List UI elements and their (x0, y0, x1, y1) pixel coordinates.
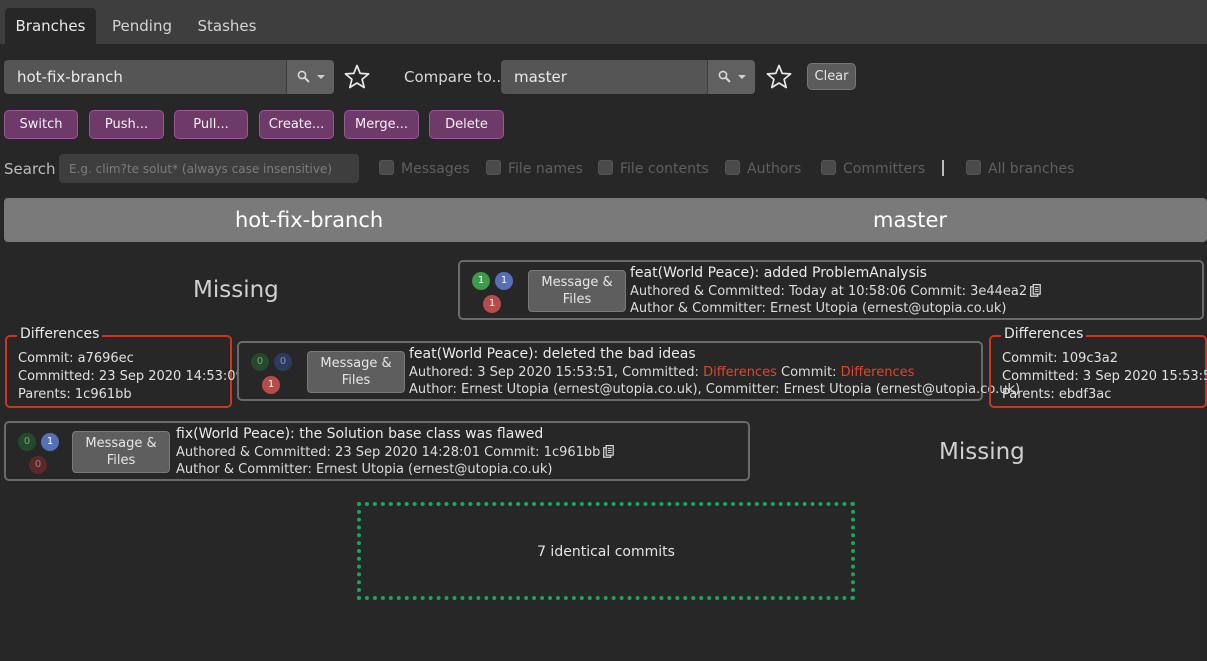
diff-committed: Committed: 3 Sep 2020 15:53:51 (1002, 369, 1207, 384)
diff-committed: Committed: 23 Sep 2020 14:53:09 (18, 369, 244, 384)
button-label-line: Message & (541, 275, 613, 290)
file-names-label: File names (508, 161, 583, 177)
button-label-line: Files (106, 453, 136, 468)
commit-title: feat(World Peace): added ProblemAnalysis (630, 265, 927, 281)
commit-meta-line: Authored: 3 Sep 2020 15:53:51, Committed… (409, 365, 914, 380)
missing-label: Missing (939, 439, 1025, 465)
comparison-header: hot-fix-branch master (4, 198, 1207, 242)
diff-parents: Parents: ebdf3ac (1002, 387, 1112, 402)
tab-stashes[interactable]: Stashes (190, 8, 264, 44)
badge-red: 0 (29, 456, 47, 474)
button-label-line: Files (562, 292, 592, 307)
differences-legend: Differences (1001, 326, 1087, 342)
commit-meta-line: Authored & Committed: 23 Sep 2020 14:28:… (176, 445, 615, 460)
message-files-button[interactable]: Message & Files (72, 431, 170, 473)
authors-checkbox[interactable] (725, 160, 740, 175)
switch-button[interactable]: Switch (4, 110, 78, 139)
right-branch-select[interactable]: master (501, 60, 755, 94)
commit-card[interactable]: 0 0 1 Message & Files feat(World Peace):… (237, 341, 1020, 401)
commit-author-line: Author & Committer: Ernest Utopia (ernes… (176, 462, 553, 477)
message-files-button[interactable]: Message & Files (528, 270, 626, 312)
commit-author-line: Author: Ernest Utopia (ernest@utopia.co.… (409, 382, 1021, 397)
file-contents-label: File contents (620, 161, 709, 177)
badge-green: 0 (251, 353, 269, 371)
compare-to-label: Compare to... (404, 68, 506, 86)
commit-author-line: Author & Committer: Ernest Utopia (ernes… (630, 301, 1007, 316)
search-input[interactable] (59, 154, 359, 183)
file-contents-checkbox[interactable] (598, 160, 613, 175)
right-branch-dropdown[interactable] (707, 60, 755, 94)
left-branch-header: hot-fix-branch (235, 208, 384, 232)
merge-button[interactable]: Merge... (344, 110, 419, 139)
pull-button[interactable]: Pull... (174, 110, 248, 139)
left-branch-dropdown[interactable] (286, 60, 334, 94)
badge-green: 0 (18, 433, 36, 451)
missing-label: Missing (193, 277, 279, 303)
commit-meta-text: Authored: 3 Sep 2020 15:53:51, Committed… (409, 365, 704, 380)
committers-checkbox[interactable] (821, 160, 836, 175)
diff-commit: Commit: 109c3a2 (1002, 351, 1119, 366)
badge-green: 1 (472, 272, 490, 290)
all-branches-label: All branches (988, 161, 1075, 177)
right-branch-header: master (873, 208, 948, 232)
tab-bar: Branches Pending Stashes (0, 0, 1207, 44)
commit-meta-line: Authored & Committed: Today at 10:58:06 … (630, 284, 1041, 299)
chevron-down-icon (317, 75, 325, 79)
differences-box-right: Differences Commit: 109c3a2 Committed: 3… (989, 326, 1207, 408)
delete-button[interactable]: Delete (429, 110, 504, 139)
commit-card[interactable]: 1 1 1 Message & Files feat(World Peace):… (458, 260, 1204, 320)
diff-parents: Parents: 1c961bb (18, 387, 132, 402)
left-branch-select[interactable]: hot-fix-branch (4, 60, 334, 94)
commit-meta-text: Authored & Committed: 23 Sep 2020 14:28:… (176, 445, 601, 460)
button-label-line: Message & (85, 436, 157, 451)
divider (942, 160, 944, 176)
copy-icon[interactable] (1030, 284, 1041, 297)
push-button[interactable]: Push... (89, 110, 164, 139)
commit-meta-text: Authored & Committed: Today at 10:58:06 … (630, 284, 1028, 299)
badge-blue: 1 (495, 272, 513, 290)
copy-icon[interactable] (603, 445, 615, 458)
commit-title: fix(World Peace): the Solution base clas… (176, 426, 544, 442)
identical-commits-box[interactable]: 7 identical commits (357, 502, 855, 600)
button-label-line: Message & (320, 356, 392, 371)
commit-meta-text: Commit: (776, 365, 841, 380)
left-branch-value: hot-fix-branch (17, 68, 123, 86)
messages-label: Messages (401, 161, 470, 177)
commit-card[interactable]: 0 1 0 Message & Files fix(World Peace): … (4, 421, 750, 481)
differences-legend: Differences (17, 326, 103, 342)
committers-label: Committers (843, 161, 926, 177)
tab-pending[interactable]: Pending (103, 8, 181, 44)
badge-red: 1 (262, 376, 280, 394)
authors-label: Authors (747, 161, 802, 177)
search-icon (718, 70, 731, 83)
star-icon[interactable] (343, 63, 371, 91)
create-button[interactable]: Create... (259, 110, 334, 139)
search-label: Search (4, 160, 56, 178)
right-branch-value: master (514, 68, 567, 86)
search-icon (297, 70, 310, 83)
badge-blue: 0 (274, 353, 292, 371)
messages-checkbox[interactable] (379, 160, 394, 175)
committed-differences: Differences (703, 365, 777, 380)
badge-blue: 1 (41, 433, 59, 451)
clear-button[interactable]: Clear (807, 63, 856, 90)
diff-commit: Commit: a7696ec (18, 351, 134, 366)
commit-differences: Differences (840, 365, 915, 380)
message-files-button[interactable]: Message & Files (307, 351, 405, 393)
star-icon[interactable] (765, 63, 793, 91)
commit-title: feat(World Peace): deleted the bad ideas (409, 346, 696, 362)
identical-commits-label: 7 identical commits (537, 544, 675, 560)
button-label-line: Files (341, 373, 371, 388)
all-branches-checkbox[interactable] (966, 160, 981, 175)
badge-red: 1 (483, 295, 501, 313)
chevron-down-icon (738, 75, 746, 79)
file-names-checkbox[interactable] (486, 160, 501, 175)
tab-branches[interactable]: Branches (5, 8, 96, 44)
differences-box-left: Differences Commit: a7696ec Committed: 2… (5, 326, 244, 408)
